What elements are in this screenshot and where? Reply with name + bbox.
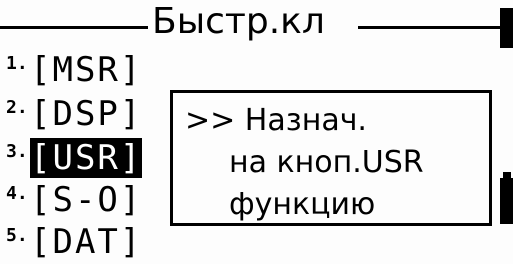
battery-cap xyxy=(503,172,511,178)
header-rule-right xyxy=(358,26,500,29)
screen-title: Быстр.кл xyxy=(152,1,325,42)
menu-item-label-selected: [USR] xyxy=(30,138,143,178)
menu-item-number: 4. xyxy=(6,183,28,204)
menu-item-s-o[interactable]: 4. [S-O] xyxy=(6,176,142,220)
menu-item-label: [DAT] xyxy=(30,222,143,262)
popup-line-2: на кноп.USR xyxy=(229,145,424,180)
info-popup: >> Назнач. на кноп.USR функцию xyxy=(170,90,492,226)
scroll-indicator-top xyxy=(500,8,513,48)
popup-line-1: >> Назнач. xyxy=(185,103,367,138)
menu-item-dat[interactable]: 5. [DAT] xyxy=(6,218,142,262)
menu-item-msr[interactable]: 1. [MSR] xyxy=(6,46,142,90)
menu-item-dsp[interactable]: 2. [DSP] xyxy=(6,90,142,134)
popup-line-3: функцию xyxy=(229,187,376,222)
menu-item-usr[interactable]: 3. [USR] xyxy=(6,134,143,178)
menu-item-label: [DSP] xyxy=(30,94,143,134)
header-rule-left xyxy=(0,26,148,29)
menu-item-number: 1. xyxy=(6,53,28,74)
menu-item-label: [S-O] xyxy=(30,180,143,220)
menu-item-number: 5. xyxy=(6,225,28,246)
menu-item-number: 3. xyxy=(6,141,28,162)
menu-item-number: 2. xyxy=(6,97,28,118)
device-screen: Быстр.кл 1. [MSR] 2. [DSP] 3. [USR] 4. [… xyxy=(0,0,513,264)
menu-item-label: [MSR] xyxy=(30,50,143,90)
battery-icon xyxy=(500,178,513,224)
